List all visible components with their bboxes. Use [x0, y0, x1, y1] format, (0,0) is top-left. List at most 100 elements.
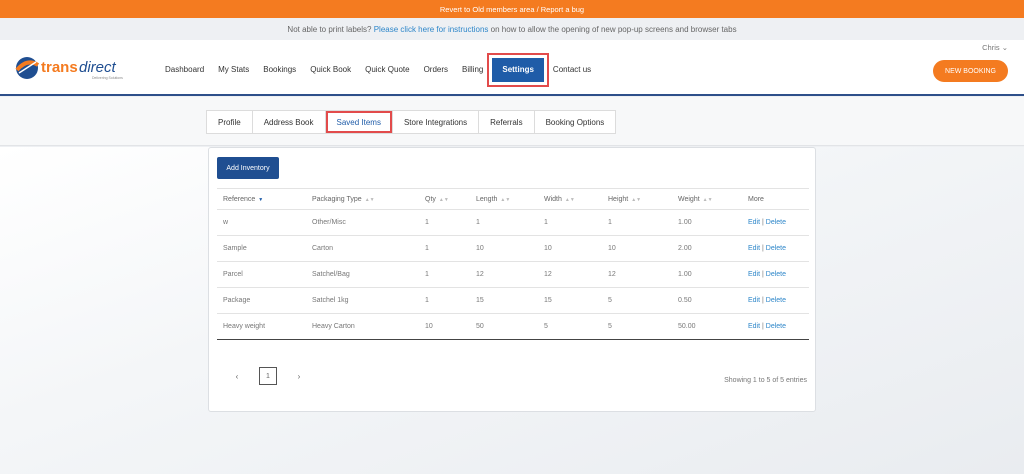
table-row: w Other/Misc 1 1 1 1 1.00 Edit | Delete [217, 210, 809, 236]
cell-actions: Edit | Delete [742, 323, 809, 330]
cell-qty: 1 [425, 297, 429, 304]
cell-height: 5 [608, 297, 612, 304]
cell-weight: 0.50 [678, 297, 692, 304]
cell-actions: Edit | Delete [742, 271, 809, 278]
edit-link[interactable]: Edit [748, 219, 760, 226]
logo-mark-icon: trans direct Delivering Solutions [15, 57, 123, 80]
cell-height: 10 [608, 245, 616, 252]
nav-bookings[interactable]: Bookings [256, 58, 303, 82]
cell-actions: Edit | Delete [742, 245, 809, 252]
nav-dashboard[interactable]: Dashboard [158, 58, 211, 82]
header-weight[interactable]: Weight ▲▼ [672, 196, 742, 203]
header-height-label: Height [608, 195, 629, 203]
settings-subnav-bar: Profile Address Book Saved Items Store I… [0, 97, 1024, 146]
nav-my-stats[interactable]: My Stats [211, 58, 256, 82]
cell-qty: 10 [425, 323, 433, 330]
nav-quick-quote[interactable]: Quick Quote [358, 58, 416, 82]
sort-desc-icon: ▼ [258, 196, 264, 203]
prev-page-icon[interactable]: ‹ [227, 372, 247, 381]
cell-reference: Heavy weight [223, 323, 266, 330]
header-length-label: Length [476, 195, 498, 203]
nav-settings[interactable]: Settings [492, 58, 544, 82]
sort-icon: ▲▼ [364, 196, 375, 203]
cell-width: 5 [544, 323, 548, 330]
delete-link[interactable]: Delete [766, 219, 786, 226]
main-header: Chris ⌄ trans direct Delivering Solution… [0, 40, 1024, 96]
cell-length: 10 [476, 245, 484, 252]
cell-packaging: Other/Misc [312, 219, 346, 226]
logo-tagline: Delivering Solutions [92, 76, 123, 80]
cell-actions: Edit | Delete [742, 297, 809, 304]
delete-link[interactable]: Delete [766, 323, 786, 330]
revert-link[interactable]: Revert to Old members area / Report a bu… [440, 5, 584, 14]
nav-orders[interactable]: Orders [417, 58, 455, 82]
tab-referrals[interactable]: Referrals [478, 110, 535, 134]
tab-address-book[interactable]: Address Book [251, 110, 326, 134]
saved-items-panel: Add Inventory Reference ▼ Packaging Type ▲… [208, 147, 816, 412]
cell-length: 12 [476, 271, 484, 278]
add-inventory-button[interactable]: Add Inventory [217, 157, 279, 179]
header-length[interactable]: Length ▲▼ [470, 196, 538, 203]
cell-height: 1 [608, 219, 612, 226]
header-packaging-label: Packaging Type [312, 195, 362, 203]
delete-link[interactable]: Delete [766, 297, 786, 304]
instructions-link[interactable]: Please click here for instructions [374, 25, 489, 34]
settings-highlight: Settings [487, 53, 549, 87]
page-1-button[interactable]: 1 [259, 367, 277, 385]
cell-weight: 1.00 [678, 271, 692, 278]
delete-link[interactable]: Delete [766, 245, 786, 252]
cell-actions: Edit | Delete [742, 219, 809, 226]
cell-weight: 1.00 [678, 219, 692, 226]
header-qty[interactable]: Qty ▲▼ [419, 196, 470, 203]
cell-height: 5 [608, 323, 612, 330]
header-width[interactable]: Width ▲▼ [538, 196, 602, 203]
cell-packaging: Satchel 1kg [312, 297, 349, 304]
cell-height: 12 [608, 271, 616, 278]
transdirect-logo[interactable]: trans direct Delivering Solutions [14, 54, 134, 84]
cell-reference: Parcel [223, 271, 243, 278]
cell-reference: Package [223, 297, 251, 304]
nav-billing[interactable]: Billing [455, 58, 490, 82]
entries-summary: Showing 1 to 5 of 5 entries [724, 377, 807, 384]
cell-width: 12 [544, 271, 552, 278]
cell-qty: 1 [425, 271, 429, 278]
tab-saved-items[interactable]: Saved Items [324, 110, 393, 134]
table-row: Sample Carton 1 10 10 10 2.00 Edit | Del… [217, 236, 809, 262]
edit-link[interactable]: Edit [748, 271, 760, 278]
cell-qty: 1 [425, 219, 429, 226]
cell-packaging: Satchel/Bag [312, 271, 350, 278]
tab-profile[interactable]: Profile [206, 110, 253, 134]
cell-qty: 1 [425, 245, 429, 252]
user-menu[interactable]: Chris ⌄ [982, 43, 1008, 52]
cell-reference: Sample [223, 245, 247, 252]
print-labels-notice: Not able to print labels? Please click h… [0, 25, 1024, 34]
table-row: Heavy weight Heavy Carton 10 50 5 5 50.0… [217, 314, 809, 340]
next-page-icon[interactable]: › [289, 372, 309, 381]
header-more: More [748, 195, 764, 203]
cell-width: 1 [544, 219, 548, 226]
sort-icon: ▲▼ [438, 196, 449, 203]
sort-icon: ▲▼ [702, 196, 713, 203]
header-reference[interactable]: Reference ▼ [217, 196, 306, 203]
cell-reference: w [223, 219, 229, 226]
new-booking-button[interactable]: NEW BOOKING [933, 60, 1008, 82]
top-banner[interactable]: Revert to Old members area / Report a bu… [0, 0, 1024, 18]
header-height[interactable]: Height ▲▼ [602, 196, 672, 203]
nav-quick-book[interactable]: Quick Book [303, 58, 358, 82]
header-qty-label: Qty [425, 195, 436, 203]
delete-link[interactable]: Delete [766, 271, 786, 278]
settings-tabs: Profile Address Book Saved Items Store I… [206, 110, 617, 134]
cell-length: 1 [476, 219, 480, 226]
edit-link[interactable]: Edit [748, 245, 760, 252]
tab-booking-options[interactable]: Booking Options [533, 110, 617, 134]
logo-brand-a: trans [41, 59, 78, 76]
tab-store-integrations[interactable]: Store Integrations [391, 110, 480, 134]
cell-length: 50 [476, 323, 484, 330]
cell-packaging: Heavy Carton [312, 323, 355, 330]
edit-link[interactable]: Edit [748, 323, 760, 330]
sort-icon: ▲▼ [564, 196, 575, 203]
header-weight-label: Weight [678, 195, 700, 203]
nav-contact-us[interactable]: Contact us [546, 58, 598, 82]
header-packaging-type[interactable]: Packaging Type ▲▼ [306, 196, 419, 203]
edit-link[interactable]: Edit [748, 297, 760, 304]
